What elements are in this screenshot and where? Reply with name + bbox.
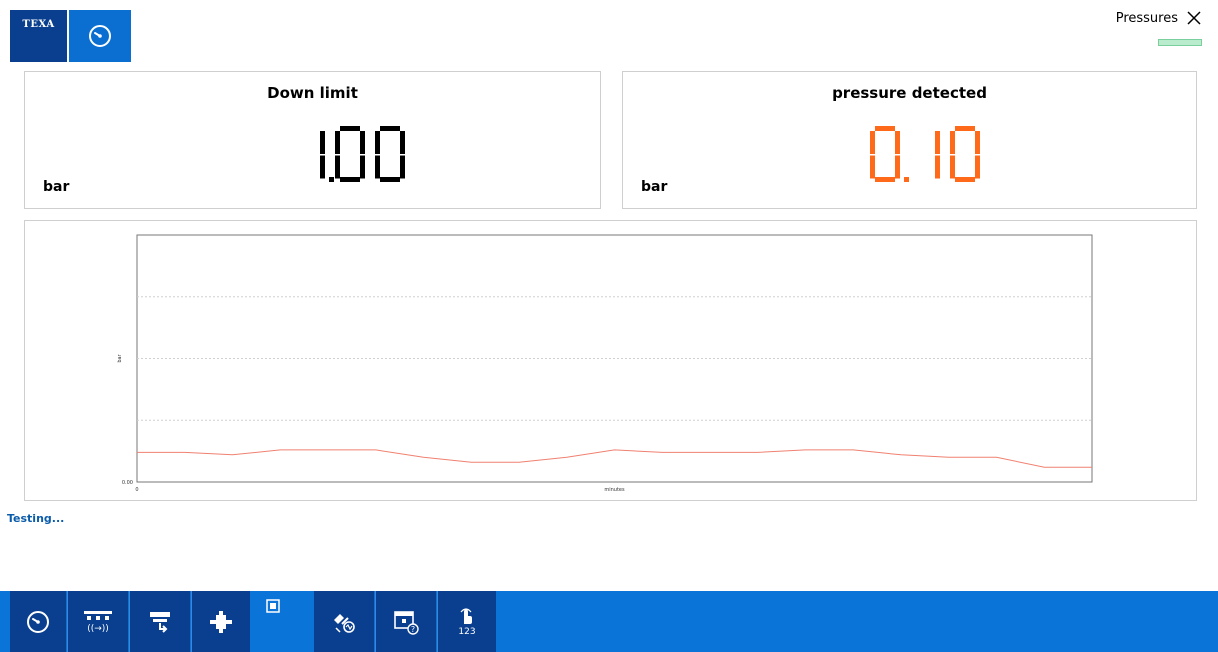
lcd-decimal-point <box>904 177 909 182</box>
lcd-segment <box>935 155 940 179</box>
lcd-segment <box>975 155 980 179</box>
lcd-segment <box>950 131 955 154</box>
pressure-detected-readout <box>870 126 980 182</box>
pressure-chart-plot: 0.000 minutes bar <box>117 234 1093 493</box>
lcd-segment <box>360 131 365 154</box>
down-limit-title: Down limit <box>267 84 358 102</box>
toolbar-stop-button[interactable] <box>251 591 313 652</box>
component-icon <box>210 610 232 633</box>
lcd-segment <box>320 155 325 179</box>
connection-status-indicator <box>1158 39 1202 46</box>
toolbar-sensor-signal-button[interactable] <box>314 591 374 652</box>
lcd-segment <box>950 155 955 179</box>
test-status: Testing... <box>7 512 65 525</box>
toolbar-signal-transfer-button[interactable]: ((→)) <box>68 591 128 652</box>
tab-title: Pressures <box>1115 11 1178 26</box>
lcd-segment <box>955 126 975 131</box>
lcd-segment <box>935 131 940 154</box>
lcd-segment <box>875 126 895 131</box>
toolbar-calendar-help-button[interactable]: ? <box>376 591 436 652</box>
pressure-chart: 0.00 0 minutes bar <box>24 220 1197 501</box>
clamp-icon <box>150 611 170 633</box>
lcd-segment <box>895 131 900 154</box>
lcd-segment <box>975 131 980 154</box>
lcd-segment <box>870 155 875 179</box>
toolbar-component-button[interactable] <box>192 591 250 652</box>
gauge-mode-button[interactable] <box>69 10 131 62</box>
lcd-segment <box>375 155 380 179</box>
lcd-segment <box>400 131 405 154</box>
lcd-segment <box>870 131 875 154</box>
logo-text: TEXA <box>22 19 55 30</box>
lcd-segment <box>340 126 360 131</box>
down-limit-unit: bar <box>43 179 70 195</box>
lcd-segment <box>340 177 360 182</box>
lcd-segment <box>895 155 900 179</box>
lcd-segment <box>380 177 400 182</box>
hand-numeric-icon <box>460 608 472 624</box>
down-limit-panel: Down limit bar <box>24 71 601 209</box>
x-tick-label: 0 <box>135 487 138 493</box>
toolbar-manual-input-button[interactable]: 123 <box>438 591 496 652</box>
x-axis-label: minutes <box>604 487 625 493</box>
sensor-signal-icon <box>334 613 355 633</box>
calendar-help-icon: ? <box>394 610 419 635</box>
gauge-icon <box>89 25 111 47</box>
y-axis-label: bar <box>117 353 123 362</box>
close-icon <box>1187 11 1201 25</box>
toolbar-gauge-button[interactable] <box>10 591 66 652</box>
signal-transfer-icon <box>84 610 112 620</box>
lcd-segment <box>320 131 325 154</box>
lcd-segment <box>335 155 340 179</box>
pressure-detected-title: pressure detected <box>832 84 987 102</box>
gauge-icon <box>27 610 49 633</box>
pressure-detected-unit: bar <box>641 179 668 195</box>
down-limit-readout <box>320 126 405 182</box>
lcd-segment <box>335 131 340 154</box>
toolbar-clamp-button[interactable] <box>130 591 190 652</box>
lcd-segment <box>360 155 365 179</box>
lcd-segment <box>875 177 895 182</box>
texa-logo: TEXA <box>10 10 67 62</box>
lcd-segment <box>375 131 380 154</box>
lcd-segment <box>380 126 400 131</box>
lcd-segment <box>955 177 975 182</box>
lcd-segment <box>400 155 405 179</box>
bottom-toolbar: ((→)) ? 123 <box>0 591 1218 652</box>
stop-icon <box>266 599 280 613</box>
y-tick-label: 0.00 <box>122 480 133 486</box>
lcd-decimal-point <box>329 177 334 182</box>
signal-transfer-label: ((→)) <box>87 623 109 634</box>
pressure-detected-panel: pressure detected bar <box>622 71 1197 209</box>
svg-text:?: ? <box>411 625 415 634</box>
manual-input-label: 123 <box>458 627 476 637</box>
close-button[interactable] <box>1184 8 1204 28</box>
